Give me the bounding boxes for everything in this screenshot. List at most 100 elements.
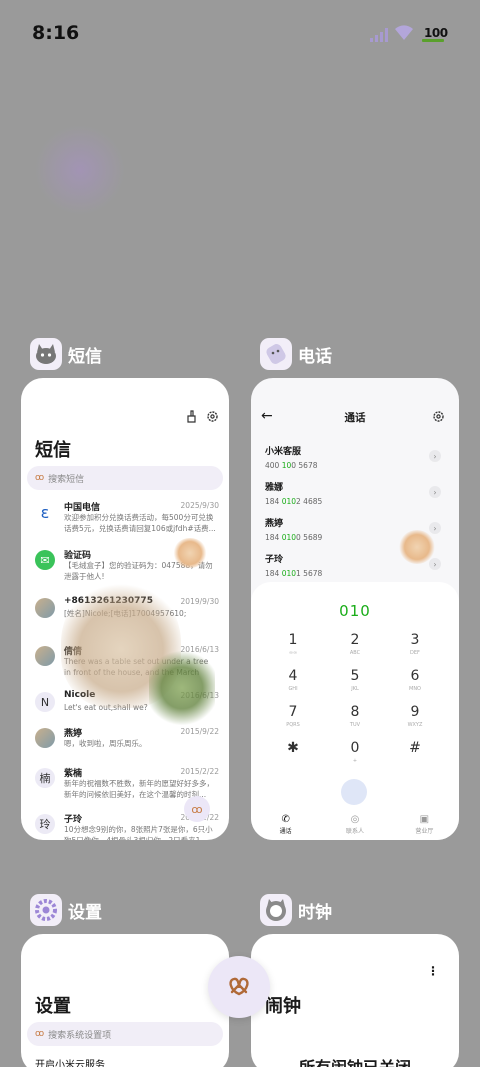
sms-page-title: 短信 [35, 440, 71, 461]
clean-icon[interactable] [185, 410, 198, 423]
dial-key[interactable]: 8 TUV [325, 704, 385, 728]
dial-key[interactable]: # [385, 740, 445, 758]
dial-key[interactable]: 9 WXYZ [385, 704, 445, 728]
dial-key-letters: ABC [349, 650, 361, 656]
wifi-icon [395, 25, 413, 40]
battery-icon [422, 39, 444, 42]
recent-call-item[interactable]: 雅娜 184 0102 4685 › [265, 480, 445, 510]
app-header-phone[interactable]: 电话 [260, 336, 332, 372]
message-icon: ✉ [35, 550, 55, 570]
recent-call-item[interactable]: 小米客服 400 100 5678 › [265, 444, 445, 474]
dial-key[interactable]: 0 + [325, 740, 385, 764]
pretzel-sticker [399, 530, 435, 564]
sms-date: 2015/2/22 [180, 767, 219, 776]
settings-search-input[interactable]: ꝏ 搜索系统设置项 [27, 1022, 223, 1046]
person-icon: ◎ [350, 814, 360, 825]
app-title-phone: 电话 [298, 346, 332, 367]
dial-key-digit: 3 [410, 632, 420, 648]
clock-page-title: 闹钟 [265, 996, 301, 1017]
status-bar: 8:16 100 [0, 0, 480, 66]
sms-list-item[interactable]: 燕婷 2015/9/22 嗯，收到啦，周乐周乐。 [31, 726, 221, 770]
store-icon: ▣ [419, 814, 430, 825]
number-prefix: 184 [265, 533, 282, 542]
dial-key[interactable]: 3 DEF [385, 632, 445, 656]
settings-app-card[interactable]: 设置 ꝏ 搜索系统设置项 开启小米云服务 [21, 934, 229, 1067]
dial-key[interactable]: 1 ∞∞ [263, 632, 323, 656]
sms-search-input[interactable]: ꝏ 搜索短信 [27, 466, 223, 490]
battery-level: 100 [424, 26, 448, 40]
settings-page-title: 设置 [35, 996, 71, 1017]
pretzel-icon: ꝏ [35, 1029, 45, 1039]
gear-icon[interactable] [206, 410, 219, 423]
more-options-icon[interactable]: ⋮ [427, 964, 439, 978]
chevron-right-icon[interactable]: › [429, 450, 441, 462]
number-suffix: 1 5678 [296, 569, 323, 578]
number-match: 010 [281, 497, 297, 506]
compose-button[interactable]: ꝏ [184, 796, 210, 822]
pretzel-icon [229, 977, 249, 996]
avatar [35, 728, 55, 748]
dial-key[interactable]: ✱ [263, 740, 323, 758]
cloud-service-row[interactable]: 开启小米云服务 [35, 1056, 105, 1067]
settings-flower-icon [30, 894, 62, 926]
dial-key-digit: 2 [350, 632, 360, 648]
tab-service-hall[interactable]: ▣ 营业厅 [390, 812, 459, 840]
call-button[interactable] [341, 779, 367, 805]
tab-calls[interactable]: ✆ 通话 [251, 812, 320, 840]
phone-icon: ✆ [281, 814, 290, 825]
dial-key[interactable]: 7 PQRS [263, 704, 323, 728]
app-header-sms[interactable]: 短信 [30, 336, 102, 372]
telecom-icon: ε [35, 502, 55, 522]
dial-key[interactable]: 6 MNO [385, 668, 445, 692]
contact-name: 雅娜 [265, 483, 284, 493]
dial-key-digit: 9 [410, 704, 420, 720]
avatar: N [35, 692, 55, 712]
dial-key-digit: # [409, 740, 421, 756]
plant-sticker [149, 648, 215, 728]
contact-name: 燕婷 [265, 519, 284, 529]
dial-key-letters: MNO [409, 686, 421, 692]
tab-contacts[interactable]: ◎ 联系人 [320, 812, 389, 840]
number-match: 10 [281, 461, 292, 470]
dial-pad: 010 1 ∞∞ 2 ABC 3 DEF 4 GHI 5 JKL 6 MNO 7 PQRS 8 TUV 9 WXY… [251, 582, 459, 840]
dial-key[interactable]: 5 JKL [325, 668, 385, 692]
bandage-cat-icon [260, 338, 292, 370]
app-header-settings[interactable]: 设置 [30, 892, 102, 928]
gear-icon[interactable] [432, 410, 445, 423]
chevron-right-icon[interactable]: › [429, 522, 441, 534]
dial-key-digit: ✱ [287, 740, 299, 756]
avatar [35, 598, 55, 618]
app-title-settings: 设置 [68, 902, 102, 923]
sms-app-card[interactable]: 短信 ꝏ 搜索短信 ε 中国电信 2025/9/30 欢迎参加积分兑换话费活动，每50… [21, 378, 229, 840]
phone-header-title: 通话 [344, 412, 366, 424]
dial-key-digit: 0 [350, 740, 360, 756]
sms-date: 2019/9/30 [180, 597, 219, 606]
contact-number: 184 0102 4685 [265, 497, 445, 506]
dial-key-digit: 5 [350, 668, 360, 684]
dial-key-letters: WXYZ [407, 722, 423, 728]
dial-key-digit: 4 [288, 668, 298, 684]
clock-app-card[interactable]: ⋮ 闹钟 所有闹钟已关闭 [251, 934, 459, 1067]
app-header-clock[interactable]: 时钟 [260, 892, 332, 928]
sms-date: 2015/9/22 [180, 727, 219, 736]
pretzel-icon: ꝏ [35, 473, 45, 483]
number-suffix: 0 5678 [291, 461, 318, 470]
dial-input-field[interactable]: 010 [251, 602, 459, 620]
cat-icon [30, 338, 62, 370]
dial-key[interactable]: 2 ABC [325, 632, 385, 656]
floating-pretzel-button[interactable] [208, 956, 270, 1018]
dial-key[interactable]: 4 GHI [263, 668, 323, 692]
cellular-signal-icon [370, 28, 388, 42]
chevron-right-icon[interactable]: › [429, 558, 441, 570]
number-prefix: 184 [265, 497, 282, 506]
avatar: 玲 [35, 814, 55, 834]
sms-toolbar [185, 410, 219, 423]
contact-number: 400 100 5678 [265, 461, 445, 470]
phone-app-card[interactable]: ← 通话 小米客服 400 100 5678 › 雅娜 184 0102 4685 › 燕婷… [251, 378, 459, 840]
dial-key-letters: ∞∞ [288, 650, 298, 656]
avatar [35, 646, 55, 666]
app-title-clock: 时钟 [298, 902, 332, 923]
chevron-right-icon[interactable]: › [429, 486, 441, 498]
dial-key-digit: 7 [288, 704, 298, 720]
number-match: 010 [281, 533, 297, 542]
